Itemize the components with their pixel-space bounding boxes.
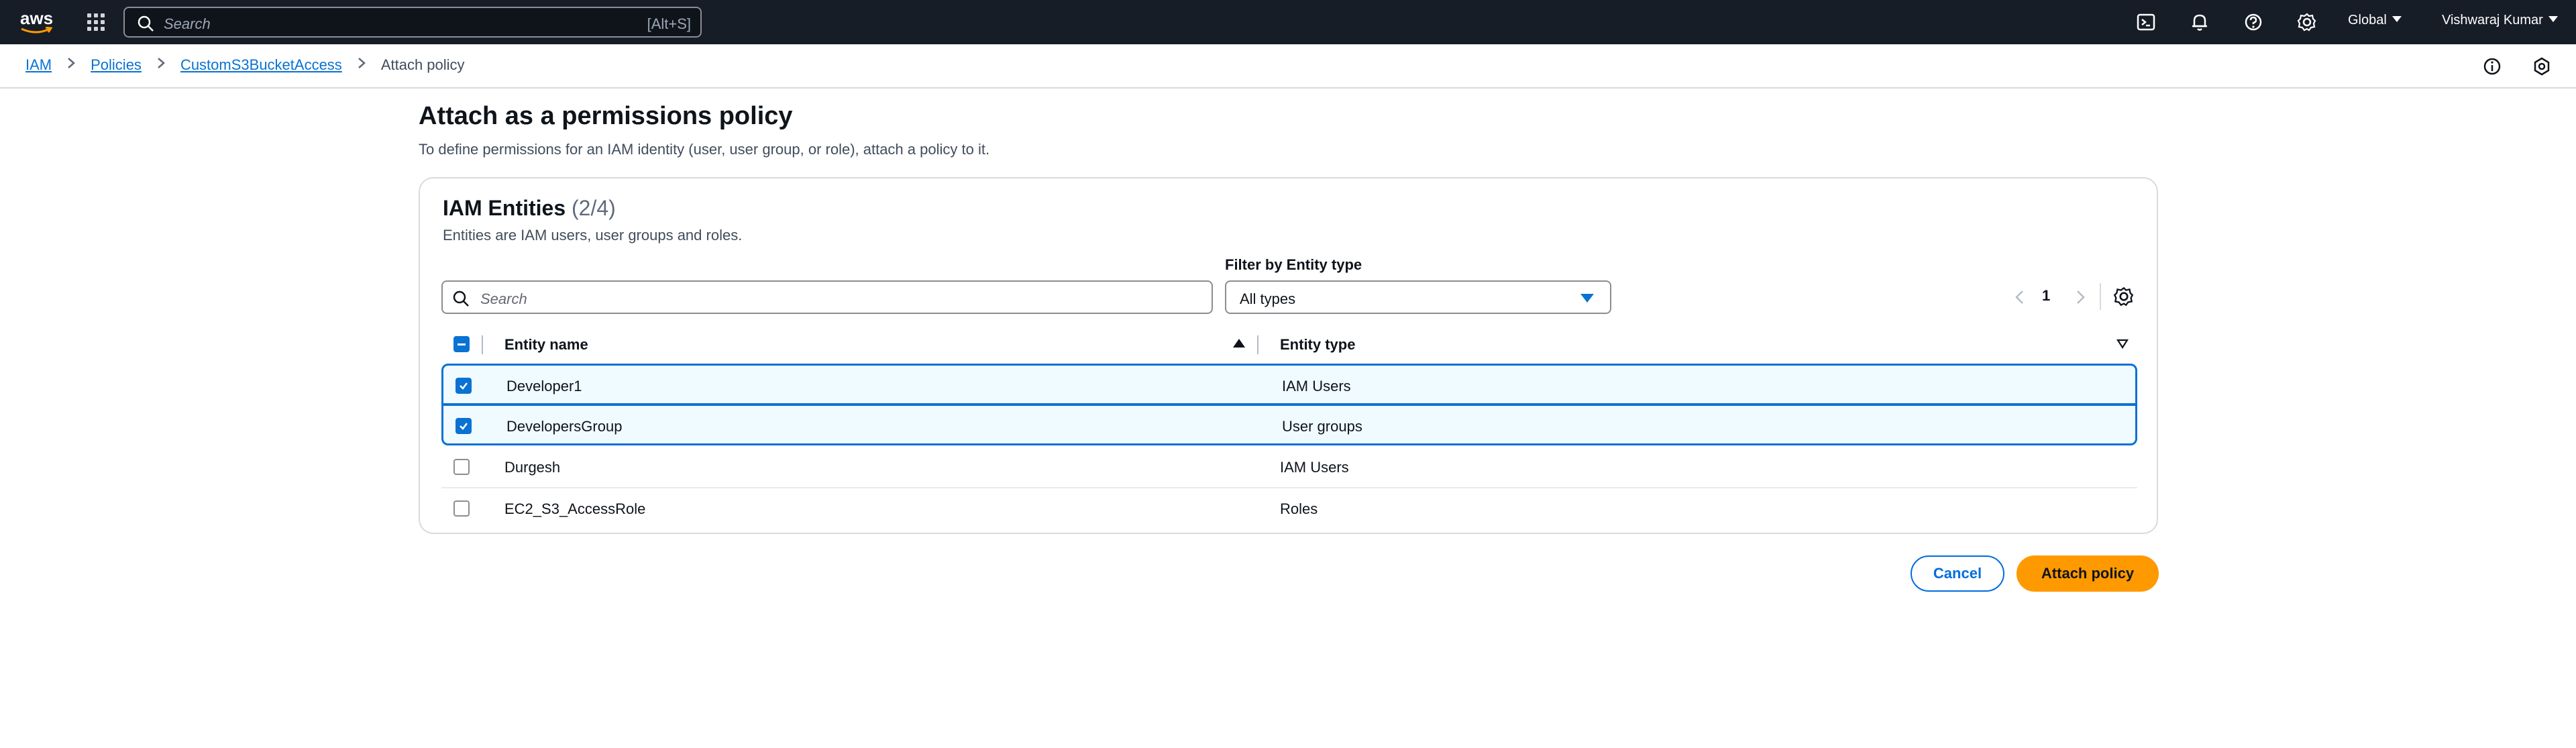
search-icon	[138, 15, 154, 32]
page-description: To define permissions for an IAM identit…	[419, 141, 990, 158]
selection-count: (2/4)	[572, 196, 616, 220]
user-name: Vishwaraj Kumar	[2442, 13, 2543, 28]
entity-name: Durgesh	[504, 459, 561, 476]
row-checkbox[interactable]	[453, 500, 470, 517]
settings-gear-icon[interactable]	[2296, 11, 2318, 34]
column-header-entity-name[interactable]: Entity name	[504, 336, 588, 354]
help-icon[interactable]	[2242, 11, 2265, 34]
region-selector[interactable]: Global	[2348, 13, 2402, 28]
info-icon[interactable]	[2481, 55, 2504, 78]
cancel-button[interactable]: Cancel	[1911, 555, 2004, 592]
entity-type-select[interactable]: All types	[1225, 280, 1611, 314]
search-placeholder: Search	[164, 15, 211, 32]
top-navigation: aws Search [Alt+S] Global Vishwaraj Kuma…	[0, 0, 2576, 44]
services-menu-icon[interactable]	[86, 12, 106, 32]
breadcrumb: IAM Policies CustomS3BucketAccess Attach…	[25, 56, 465, 74]
breadcrumb-current: Attach policy	[380, 56, 465, 73]
column-header-entity-type[interactable]: Entity type	[1280, 336, 1355, 354]
table-row[interactable]: Developer1 IAM Users	[441, 364, 2137, 405]
sort-icon[interactable]	[2116, 338, 2129, 350]
breadcrumb-bar: IAM Policies CustomS3BucketAccess Attach…	[0, 44, 2576, 89]
search-shortcut: [Alt+S]	[647, 15, 691, 32]
entity-search-input[interactable]: Search	[441, 280, 1213, 314]
feedback-icon[interactable]	[2530, 55, 2553, 78]
table-row[interactable]: EC2_S3_AccessRole Roles	[441, 488, 2137, 530]
iam-entities-panel: IAM Entities (2/4) Entities are IAM user…	[419, 177, 2158, 534]
divider	[2100, 283, 2101, 310]
chevron-right-icon	[66, 56, 76, 74]
row-checkbox[interactable]	[455, 378, 472, 394]
caret-down-icon	[2392, 16, 2402, 22]
entity-type: IAM Users	[1280, 459, 1349, 476]
entity-type-value: All types	[1240, 290, 1296, 307]
page-number[interactable]: 1	[2042, 287, 2050, 305]
global-search-input[interactable]: Search [Alt+S]	[123, 7, 702, 38]
entity-name: EC2_S3_AccessRole	[504, 500, 646, 517]
panel-title-text: IAM Entities	[443, 196, 566, 220]
entity-type: IAM Users	[1282, 378, 1351, 394]
table-row[interactable]: DevelopersGroup User groups	[441, 404, 2137, 445]
breadcrumb-policies[interactable]: Policies	[91, 56, 142, 74]
caret-down-icon	[2548, 16, 2558, 22]
attach-policy-button[interactable]: Attach policy	[2017, 555, 2159, 592]
chevron-right-icon	[156, 56, 166, 74]
aws-logo[interactable]: aws	[20, 9, 54, 35]
panel-description: Entities are IAM users, user groups and …	[443, 227, 743, 244]
entity-search-placeholder: Search	[480, 290, 527, 307]
sort-ascending-icon[interactable]	[1233, 339, 1245, 348]
breadcrumb-policy-name[interactable]: CustomS3BucketAccess	[180, 56, 342, 74]
preferences-gear-icon[interactable]	[2112, 284, 2136, 309]
column-divider	[482, 335, 483, 354]
entity-type: User groups	[1282, 418, 1362, 435]
logo-text: aws	[20, 8, 54, 28]
filter-label: Filter by Entity type	[1225, 256, 1362, 273]
entity-name: DevelopersGroup	[506, 418, 623, 435]
account-menu[interactable]: Vishwaraj Kumar	[2442, 13, 2558, 28]
breadcrumb-iam[interactable]: IAM	[25, 56, 52, 74]
page-title: Attach as a permissions policy	[419, 102, 793, 130]
table-row[interactable]: Durgesh IAM Users	[441, 447, 2137, 488]
entity-type: Roles	[1280, 500, 1318, 517]
cloudshell-icon[interactable]	[2135, 11, 2157, 34]
region-label: Global	[2348, 13, 2387, 28]
select-all-checkbox[interactable]	[453, 336, 470, 352]
chevron-right-icon	[357, 56, 366, 74]
panel-title: IAM Entities (2/4)	[443, 196, 616, 221]
caret-down-icon	[1580, 294, 1594, 303]
row-checkbox[interactable]	[455, 418, 472, 434]
row-checkbox[interactable]	[453, 459, 470, 475]
notifications-bell-icon[interactable]	[2188, 11, 2211, 34]
table-header: Entity name Entity type	[441, 327, 2137, 361]
entity-name: Developer1	[506, 378, 582, 394]
search-icon	[453, 290, 469, 307]
next-page-icon[interactable]	[2070, 286, 2090, 309]
previous-page-icon[interactable]	[2010, 286, 2030, 309]
column-divider	[1257, 335, 1258, 354]
